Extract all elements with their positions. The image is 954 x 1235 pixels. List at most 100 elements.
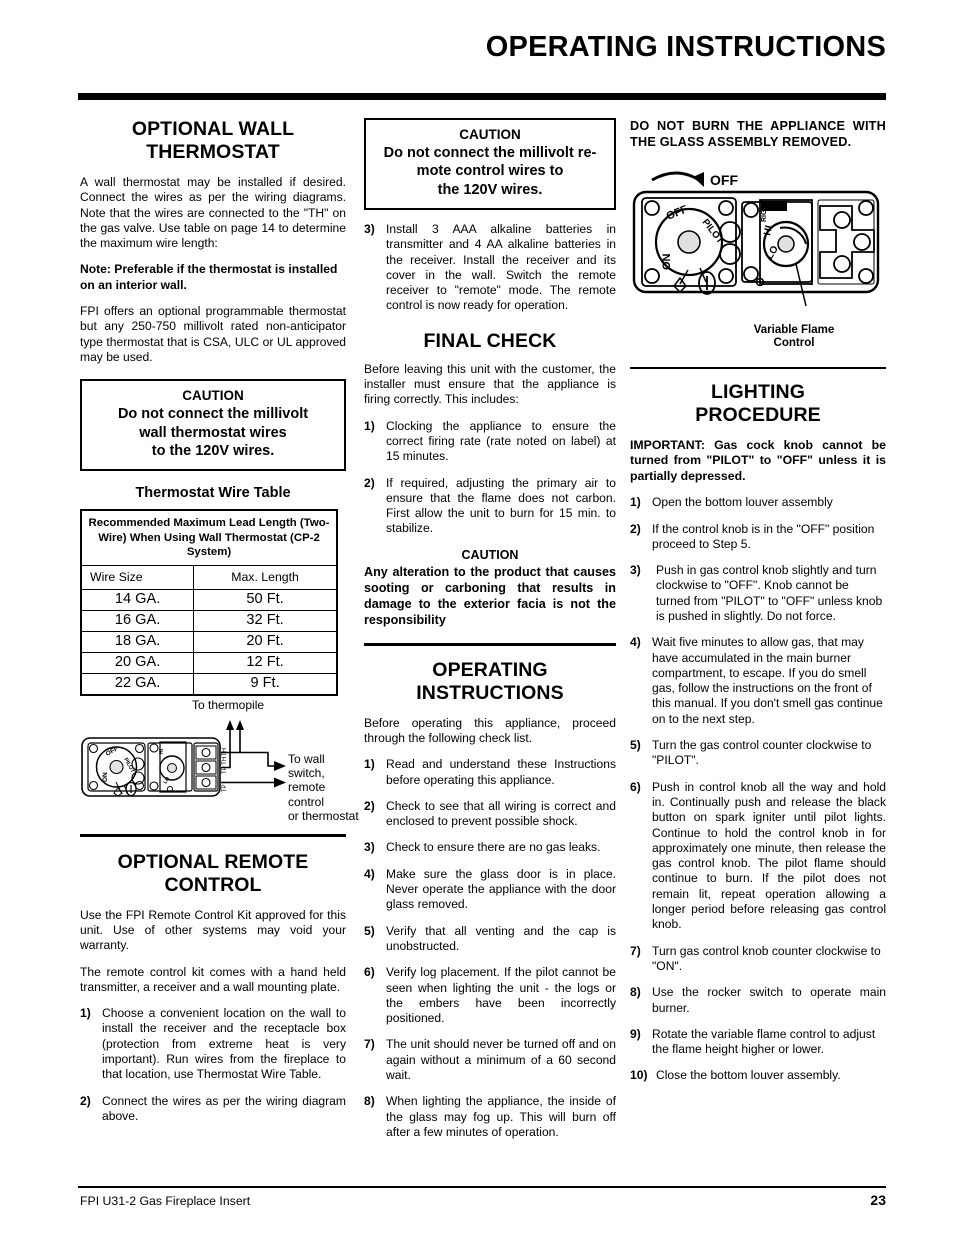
caution-box-remote-control: CAUTION Do not connect the millivolt re-… (364, 118, 616, 210)
wire-table-header: Recommended Maximum Lead Length (Two-Wir… (80, 509, 338, 567)
caution-notice-alteration: CAUTION Any alteration to the product th… (364, 548, 616, 629)
table-row: 16 GA. 32 Ft. (80, 609, 338, 632)
thermostat-paragraph-1: A wall thermostat may be installed if de… (80, 175, 346, 251)
svg-text:ON: ON (102, 772, 109, 782)
svg-text:TP: TP (222, 784, 228, 792)
wire-table-caption: Thermostat Wire Table (135, 485, 291, 502)
caution-line-2: wall thermostat wires (139, 424, 287, 441)
section-divider (364, 642, 616, 646)
column-header-max-length: Max. Length (193, 565, 338, 590)
list-item-text: Verify log placement. If the pilot canno… (386, 965, 616, 1026)
knob-label-pilot: PILOT (700, 217, 726, 246)
list-item-text: Close the bottom louver assembly. (656, 1068, 841, 1083)
list-item-number: 1) (364, 418, 375, 433)
list-item: 1) Read and understand these Instruction… (364, 757, 616, 788)
list-item: 10) Close the bottom louver assembly. (630, 1068, 886, 1083)
caution-title: CAUTION (459, 127, 521, 142)
page-title: OPERATING INSTRUCTIONS (485, 31, 886, 63)
section-divider (80, 833, 346, 837)
diagram-caption-line-2: Control (773, 337, 815, 350)
page-number: 23 (870, 1192, 886, 1208)
list-item: 7) The unit should never be turned off a… (364, 1037, 616, 1083)
heading-line-1: OPERATING (432, 658, 548, 681)
remote-paragraph-1: Use the FPI Remote Control Kit approved … (80, 907, 346, 953)
list-item-number: 5) (630, 738, 641, 753)
list-item: 4) Make sure the glass door is in place.… (364, 867, 616, 913)
section-heading-final-check: FINAL CHECK (423, 329, 557, 352)
caution-line-1: Do not connect the millivolt (117, 406, 309, 423)
section-heading-optional-remote-control: OPTIONAL REMOTE CONTROL (80, 851, 346, 897)
list-item-number: 1) (80, 1006, 91, 1021)
list-item: 2) If the control knob is in the "OFF" p… (630, 522, 886, 553)
cell-wire-size: 22 GA. (80, 672, 195, 696)
list-item-text: Make sure the glass door is in place. Ne… (386, 866, 616, 912)
column-header-wire-size: Wire Size (80, 565, 195, 590)
section-heading-optional-wall-thermostat: OPTIONAL WALL THERMOSTAT (80, 118, 346, 164)
warning-do-not-burn: DO NOT BURN THE APPLIANCE WITH THE GLASS… (630, 119, 886, 150)
list-item-number: 2) (364, 475, 375, 490)
caution-body: Any alteration to the product that cause… (364, 564, 616, 627)
list-item: 7) Turn gas control knob counter clockwi… (630, 944, 886, 975)
table-row: 20 GA. 12 Ft. (80, 651, 338, 674)
remote-paragraph-2: The remote control kit comes with a hand… (80, 964, 346, 994)
list-item-number: 7) (364, 1037, 375, 1052)
diagram-label-wall-switch-line1: To wall switch, (288, 751, 325, 780)
list-item: 3) Install 3 AAA alkaline batteries in t… (364, 222, 616, 314)
thermostat-paragraph-2: FPI offers an optional programmable ther… (80, 304, 346, 364)
list-item-text: Verify that all venting and the cap is u… (386, 923, 616, 953)
table-row: 22 GA. 9 Ft. (80, 672, 338, 696)
list-item-number: 6) (364, 965, 375, 980)
list-item-text: Read and understand these Instructions b… (386, 757, 616, 787)
operating-steps-list: 1) Read and understand these Instruction… (364, 757, 616, 1140)
list-item: 9) Rotate the variable flame control to … (630, 1027, 886, 1058)
caution-title: CAUTION (182, 388, 244, 404)
diagram-label-wall-switch-line2: remote control (288, 780, 326, 809)
list-item-number: 3) (630, 563, 641, 578)
list-item-number: 6) (630, 779, 641, 794)
list-item-text: Install 3 AAA alkaline batteries in tran… (386, 221, 616, 313)
diagram-label-to-thermopile: To thermopile (192, 697, 265, 712)
section-divider (630, 366, 886, 369)
list-item-text: Choose a convenient location on the wall… (102, 1006, 346, 1082)
operating-intro: Before operating this appliance, proceed… (364, 715, 616, 745)
footer-product-name: FPI U31-2 Gas Fireplace Insert (80, 1194, 251, 1208)
list-item: 1) Choose a convenient location on the w… (80, 1006, 346, 1082)
cell-wire-size: 18 GA. (80, 630, 195, 653)
caution-title: CAUTION (461, 547, 519, 562)
final-check-intro: Before leaving this unit with the custom… (364, 361, 616, 407)
lighting-important-note: IMPORTANT: Gas cock knob cannot be turne… (630, 437, 886, 483)
list-item-number: 2) (80, 1093, 91, 1108)
list-item-number: 4) (364, 866, 375, 881)
caution-box-wall-thermostat: CAUTION Do not connect the millivolt wal… (80, 379, 346, 472)
table-row: 18 GA. 20 Ft. (80, 630, 338, 653)
header-divider (78, 93, 886, 100)
caution-line-1: Do not connect the millivolt re- (383, 145, 597, 162)
list-item: 8) When lighting the appliance, the insi… (364, 1094, 616, 1140)
document-page: OPERATING INSTRUCTIONS OPTIONAL WALL THE… (0, 0, 954, 1235)
knob-label-on: ON (661, 254, 673, 271)
svg-text:TP TH: TP TH (222, 756, 228, 773)
list-item-number: 3) (364, 221, 375, 236)
heading-line-1: LIGHTING (711, 380, 805, 403)
list-item: 8) Use the rocker switch to operate main… (630, 985, 886, 1016)
flame-label-right: RIGHT (761, 200, 768, 223)
list-item-number: 5) (364, 923, 375, 938)
cell-max-length: 50 Ft. (193, 589, 338, 611)
cell-wire-size: 16 GA. (80, 609, 195, 632)
list-item-number: 8) (630, 985, 641, 1000)
svg-text:HI: HI (159, 748, 165, 754)
list-item: 5) Turn the gas control counter clockwis… (630, 738, 886, 769)
list-item-text: If required, adjusting the primary air t… (386, 475, 616, 536)
table-subheader-row: Wire Size Max. Length (80, 565, 338, 590)
list-item-text: Use the rocker switch to operate main bu… (652, 985, 886, 1015)
section-heading-lighting-procedure: LIGHTING PROCEDURE (630, 381, 886, 427)
list-item-text: Rotate the variable flame control to adj… (652, 1026, 876, 1057)
list-item-number: 9) (630, 1026, 641, 1041)
diagram-caption-line-1: Variable Flame (753, 324, 835, 337)
caution-line-3: to the 120V wires. (151, 442, 275, 459)
footer-divider (78, 1186, 886, 1188)
gas-valve-wiring-diagram: OFF PILOT ON HI LO TH TP TH TP To thermo… (80, 698, 359, 823)
lighting-steps-list: 1) Open the bottom louver assembly 2) If… (630, 495, 886, 1084)
list-item-number: 1) (630, 495, 641, 510)
list-item-number: 7) (630, 943, 641, 958)
